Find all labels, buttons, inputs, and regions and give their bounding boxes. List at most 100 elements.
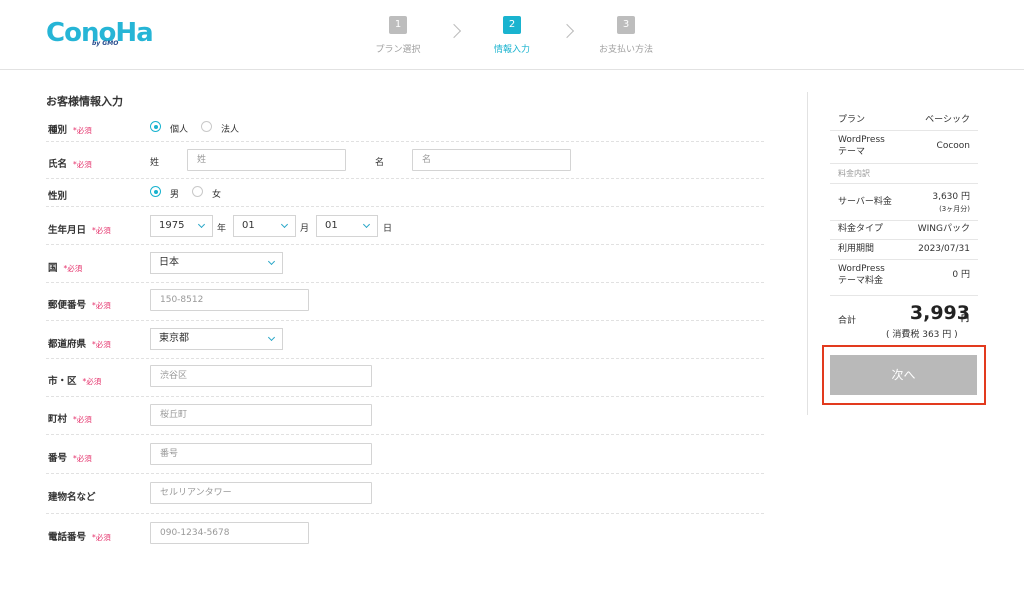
- type-individual-label[interactable]: 個人: [170, 122, 188, 135]
- conoha-logo[interactable]: ConoHa by GMO: [46, 18, 154, 52]
- type-individual-radio[interactable]: [150, 121, 161, 132]
- last-name-input[interactable]: 姓: [187, 149, 346, 171]
- required-mark: *必須: [82, 377, 102, 386]
- theme-fee-label-1: WordPress: [838, 264, 885, 274]
- birth-month-value: 01: [242, 220, 255, 231]
- chevron-down-icon: [362, 220, 371, 229]
- phone-label: 電話番号: [48, 532, 87, 543]
- town-input[interactable]: 桜丘町: [150, 404, 372, 426]
- summary-plan: プラン ベーシック: [838, 114, 978, 128]
- fee-type-value: WINGパック: [917, 224, 970, 234]
- theme-fee-value: 0 円: [952, 270, 970, 280]
- type-corporate-radio[interactable]: [201, 121, 212, 132]
- step-3: 3 お支払い方法: [586, 16, 666, 55]
- first-name-input[interactable]: 名: [412, 149, 571, 171]
- postal-code-input[interactable]: 150-8512: [150, 289, 309, 311]
- year-unit: 年: [217, 224, 227, 234]
- chevron-down-icon: [267, 333, 276, 342]
- gender-male-radio[interactable]: [150, 186, 161, 197]
- gender-label: 性別: [48, 191, 68, 202]
- address-number-input[interactable]: 番号: [150, 443, 372, 465]
- row-name: 氏名 *必須 姓 姓 名 名: [46, 142, 764, 179]
- row-postal: 郵便番号 *必須 150-8512: [46, 283, 764, 321]
- breakdown-label: 料金内訳: [838, 169, 870, 178]
- chevron-down-icon: [197, 220, 206, 229]
- summary-breakdown: 料金内訳: [838, 168, 978, 180]
- country-select[interactable]: 日本: [150, 252, 283, 274]
- total-label: 合計: [838, 316, 857, 326]
- theme-value: Cocoon: [936, 141, 970, 151]
- theme-fee-label-2: テーマ料金: [838, 276, 884, 286]
- step-2: 2 情報入力: [472, 16, 552, 55]
- city-input[interactable]: 渋谷区: [150, 365, 372, 387]
- required-mark: *必須: [92, 301, 111, 310]
- required-mark: *必須: [92, 340, 111, 349]
- country-label: 国: [48, 263, 58, 274]
- server-fee-value: 3,630 円: [932, 192, 970, 202]
- prefecture-select[interactable]: 東京都: [150, 328, 283, 350]
- type-label: 種別: [48, 125, 68, 136]
- step-2-number: 2: [503, 16, 521, 34]
- step-1-number: 1: [389, 16, 407, 34]
- header: ConoHa by GMO 1 プラン選択 2 情報入力 3 お支払い方法: [0, 0, 1024, 70]
- day-unit: 日: [383, 224, 393, 234]
- step-2-label: 情報入力: [493, 45, 530, 55]
- step-3-number: 3: [617, 16, 635, 34]
- summary-theme-fee: WordPress テーマ料金 0 円: [838, 263, 978, 289]
- row-address-number: 番号 *必須 番号: [46, 435, 764, 474]
- birth-year-select[interactable]: 1975: [150, 215, 213, 237]
- plan-value: ベーシック: [925, 115, 970, 125]
- last-name-label: 姓: [150, 158, 160, 168]
- prefecture-label: 都道府県: [48, 339, 87, 350]
- total-unit: 円: [961, 314, 969, 323]
- chevron-down-icon: [267, 257, 276, 266]
- summary-fee-type: 料金タイプ WINGパック: [838, 223, 978, 237]
- name-label: 氏名: [48, 159, 68, 170]
- summary-server-fee: サーバー料金 3,630 円 (3ヶ月分): [838, 191, 978, 217]
- town-label: 町村: [48, 414, 68, 425]
- required-mark: *必須: [73, 160, 92, 169]
- logo-sub: by GMO: [92, 40, 119, 47]
- type-corporate-label[interactable]: 法人: [221, 122, 239, 135]
- row-type: 種別 *必須 個人 法人: [46, 112, 764, 142]
- form-title: お客様情報入力: [46, 95, 123, 108]
- theme-label-1: WordPress: [838, 135, 885, 145]
- step-3-label: お支払い方法: [598, 45, 653, 55]
- period-value: 2023/07/31: [918, 244, 970, 254]
- gender-male-label[interactable]: 男: [170, 187, 179, 200]
- row-birthdate: 生年月日 *必須 1975 年 01 月 01 日: [46, 207, 764, 245]
- row-country: 国 *必須 日本: [46, 245, 764, 283]
- country-value: 日本: [159, 257, 179, 268]
- first-name-label: 名: [375, 158, 385, 168]
- fee-type-label: 料金タイプ: [838, 224, 884, 234]
- next-button[interactable]: 次へ: [830, 355, 977, 395]
- required-mark: *必須: [73, 415, 92, 424]
- row-gender: 性別 男 女: [46, 179, 764, 207]
- row-city: 市・区 *必須 渋谷区: [46, 359, 764, 397]
- chevron-right-icon: [559, 23, 575, 39]
- row-phone: 電話番号 *必須 090-1234-5678: [46, 514, 764, 552]
- row-prefecture: 都道府県 *必須 東京都: [46, 321, 764, 359]
- month-unit: 月: [300, 224, 310, 234]
- gender-female-radio[interactable]: [192, 186, 203, 197]
- tax-note: ( 消費税 363 円 ): [886, 330, 958, 340]
- sidebar-divider: [807, 92, 808, 415]
- required-mark: *必須: [92, 226, 111, 235]
- gender-female-label[interactable]: 女: [212, 187, 221, 200]
- birth-day-select[interactable]: 01: [316, 215, 378, 237]
- birth-year-value: 1975: [159, 220, 185, 231]
- row-town: 町村 *必須 桜丘町: [46, 397, 764, 435]
- step-1: 1 プラン選択: [358, 16, 438, 55]
- row-building: 建物名など セルリアンタワー: [46, 474, 764, 514]
- summary-period: 利用期間 2023/07/31: [838, 243, 978, 257]
- birth-month-select[interactable]: 01: [233, 215, 296, 237]
- server-fee-note: (3ヶ月分): [939, 205, 970, 213]
- summary-theme: WordPress テーマ Cocoon: [838, 134, 978, 162]
- chevron-right-icon: [446, 23, 462, 39]
- theme-label-2: テーマ: [838, 147, 866, 157]
- building-input[interactable]: セルリアンタワー: [150, 482, 372, 504]
- period-label: 利用期間: [838, 244, 875, 254]
- required-mark: *必須: [73, 454, 92, 463]
- required-mark: *必須: [73, 126, 92, 135]
- phone-input[interactable]: 090-1234-5678: [150, 522, 309, 544]
